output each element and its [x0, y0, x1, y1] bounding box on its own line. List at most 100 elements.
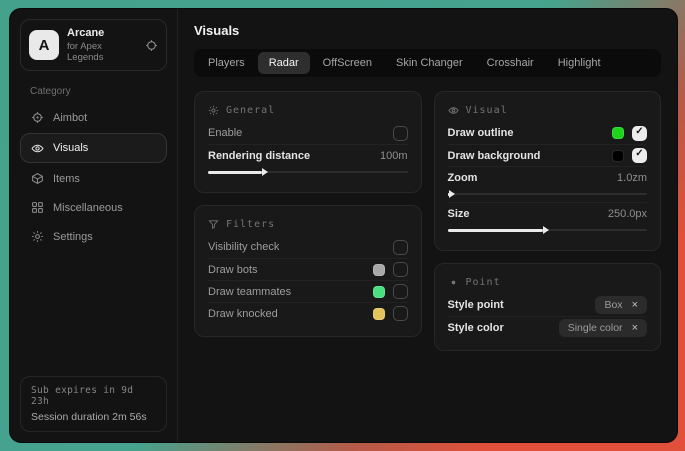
visual-card: Visual Draw outline Draw background — [434, 91, 662, 251]
style-color-select[interactable]: Single color × — [559, 319, 647, 337]
page-title: Visuals — [194, 23, 661, 38]
zoom-slider[interactable] — [448, 190, 648, 199]
style-color-row: Style color Single color × — [448, 316, 648, 338]
sidebar-item-label: Visuals — [53, 142, 88, 154]
rendering-distance-slider[interactable] — [208, 168, 408, 177]
sidebar-nav: Aimbot Visuals Items Miscellaneous — [20, 104, 167, 250]
eye-icon — [31, 142, 44, 155]
sidebar-item-label: Settings — [53, 231, 93, 243]
draw-outline-controls — [612, 126, 647, 141]
sidebar-spacer — [20, 250, 167, 376]
draw-bots-checkbox[interactable] — [393, 262, 408, 277]
right-column: Visual Draw outline Draw background — [434, 91, 662, 351]
draw-background-label: Draw background — [448, 150, 541, 162]
draw-outline-checkbox[interactable] — [632, 126, 647, 141]
draw-bots-row: Draw bots — [208, 258, 408, 280]
draw-knocked-color-swatch[interactable] — [373, 308, 385, 320]
dot-icon — [448, 277, 459, 288]
brand-text: Arcane for Apex Legends — [67, 27, 137, 63]
draw-teammates-row: Draw teammates — [208, 280, 408, 302]
sidebar-item-items[interactable]: Items — [20, 165, 167, 192]
category-label: Category — [30, 86, 167, 97]
filters-header: Filters — [208, 216, 408, 236]
sidebar-item-label: Aimbot — [53, 112, 87, 124]
size-value: 250.0px — [608, 208, 647, 220]
left-column: General Enable Rendering distance 100m — [194, 91, 422, 337]
sidebar-item-visuals[interactable]: Visuals — [20, 133, 167, 163]
general-header: General — [208, 102, 408, 122]
style-point-row: Style point Box × — [448, 294, 648, 316]
tab-radar[interactable]: Radar — [258, 52, 310, 74]
size-slider[interactable] — [448, 226, 648, 235]
draw-bots-label: Draw bots — [208, 264, 258, 276]
style-color-value: Single color — [568, 322, 623, 334]
draw-teammates-checkbox[interactable] — [393, 284, 408, 299]
session-card: Sub expires in 9d 23h Session duration 2… — [20, 376, 167, 432]
enable-row: Enable — [208, 122, 408, 144]
tab-crosshair[interactable]: Crosshair — [476, 52, 545, 74]
sub-expires-text: Sub expires in 9d 23h — [31, 385, 156, 407]
draw-outline-label: Draw outline — [448, 127, 514, 139]
draw-knocked-checkbox[interactable] — [393, 306, 408, 321]
close-icon[interactable]: × — [632, 299, 638, 311]
sidebar-item-label: Items — [53, 173, 80, 185]
draw-teammates-label: Draw teammates — [208, 286, 291, 298]
sidebar-item-aimbot[interactable]: Aimbot — [20, 104, 167, 131]
style-color-label: Style color — [448, 322, 504, 334]
section-title: General — [226, 105, 275, 116]
general-card: General Enable Rendering distance 100m — [194, 91, 422, 193]
size-row: Size 250.0px — [448, 202, 648, 224]
tab-highlight[interactable]: Highlight — [547, 52, 612, 74]
style-point-label: Style point — [448, 299, 504, 311]
sidebar-item-miscellaneous[interactable]: Miscellaneous — [20, 194, 167, 221]
rendering-distance-label: Rendering distance — [208, 150, 310, 162]
draw-bots-color-swatch[interactable] — [373, 264, 385, 276]
draw-background-color-swatch[interactable] — [612, 150, 624, 162]
main-content: Visuals Players Radar OffScreen Skin Cha… — [178, 9, 677, 442]
slider-fill[interactable] — [448, 229, 544, 232]
sidebar: A Arcane for Apex Legends Category Aimbo… — [10, 9, 178, 442]
crosshair-icon — [31, 111, 44, 124]
app-logo: A — [29, 30, 59, 60]
draw-outline-color-swatch[interactable] — [612, 127, 624, 139]
draw-teammates-controls — [373, 284, 408, 299]
close-icon[interactable]: × — [632, 322, 638, 334]
draw-teammates-color-swatch[interactable] — [373, 286, 385, 298]
slider-fill[interactable] — [208, 171, 262, 174]
app-subtitle: for Apex Legends — [67, 41, 137, 63]
session-duration-text: Session duration 2m 56s — [31, 411, 156, 423]
tab-bar: Players Radar OffScreen Skin Changer Cro… — [194, 49, 661, 77]
slider-track — [448, 193, 648, 195]
eye-icon — [448, 105, 459, 116]
draw-bots-controls — [373, 262, 408, 277]
draw-outline-row: Draw outline — [448, 122, 648, 144]
draw-background-checkbox[interactable] — [632, 148, 647, 163]
gear-icon — [208, 105, 219, 116]
draw-background-controls — [612, 148, 647, 163]
draw-background-row: Draw background — [448, 144, 648, 166]
point-card: Point Style point Box × Style color Sing… — [434, 263, 662, 351]
tab-offscreen[interactable]: OffScreen — [312, 52, 383, 74]
box-icon — [31, 172, 44, 185]
enable-label: Enable — [208, 127, 242, 139]
visibility-check-checkbox[interactable] — [393, 240, 408, 255]
gear-icon — [31, 230, 44, 243]
crosshair-icon[interactable] — [145, 39, 158, 52]
zoom-row: Zoom 1.0zm — [448, 166, 648, 188]
app-window: A Arcane for Apex Legends Category Aimbo… — [9, 8, 678, 443]
tab-players[interactable]: Players — [197, 52, 256, 74]
sidebar-item-settings[interactable]: Settings — [20, 223, 167, 250]
tab-skin-changer[interactable]: Skin Changer — [385, 52, 474, 74]
draw-knocked-row: Draw knocked — [208, 302, 408, 324]
enable-checkbox[interactable] — [393, 126, 408, 141]
visibility-check-label: Visibility check — [208, 241, 279, 253]
content-columns: General Enable Rendering distance 100m — [194, 91, 661, 351]
slider-fill[interactable] — [448, 193, 450, 196]
section-title: Visual — [466, 105, 508, 116]
style-point-value: Box — [604, 299, 622, 311]
rendering-distance-row: Rendering distance 100m — [208, 144, 408, 166]
zoom-label: Zoom — [448, 172, 478, 184]
brand-card: A Arcane for Apex Legends — [20, 19, 167, 71]
style-point-select[interactable]: Box × — [595, 296, 647, 314]
section-title: Filters — [226, 219, 275, 230]
